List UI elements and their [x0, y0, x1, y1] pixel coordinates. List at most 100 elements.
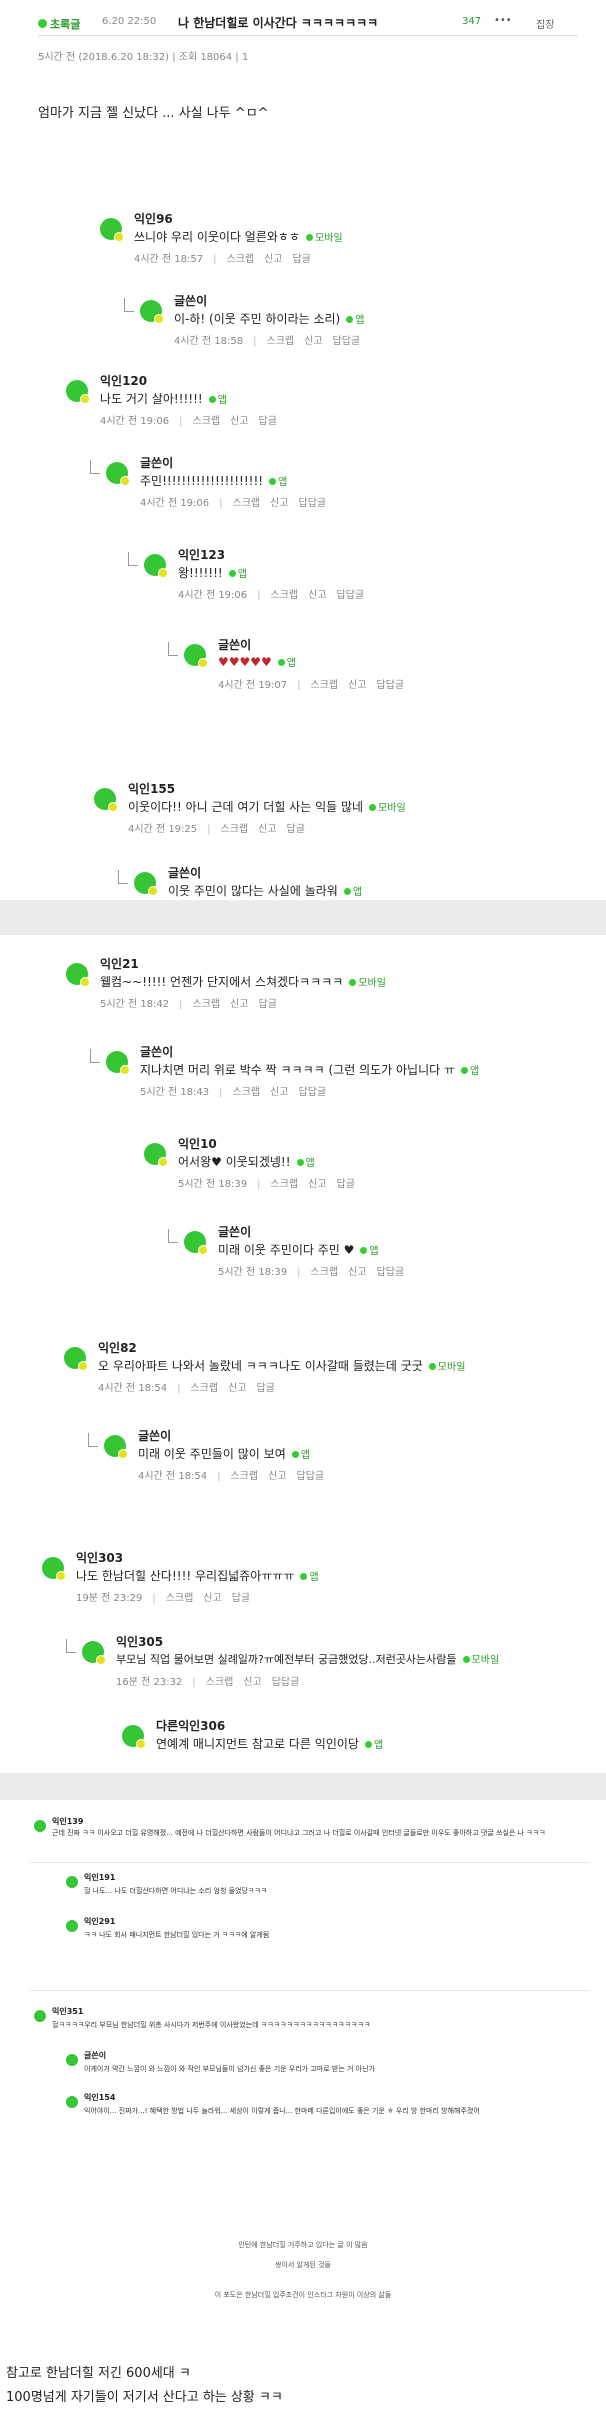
- comment-text: 근데 진짜 ㅋㅋ 이사오고 더힐 유명해졌... 예전에 나 더힐산다하면 사람…: [52, 1829, 546, 1837]
- comment-nick[interactable]: 익인82: [98, 1339, 137, 1356]
- comment-actions: 4시간 전 19:06 | 스크랩 신고 답답글: [178, 590, 365, 601]
- comment-actions: 4시간 전 18:54 | 스크랩 신고 답글: [98, 1383, 275, 1394]
- comment-actions: 4시간 전 18:54 | 스크랩 신고 답답글: [138, 1471, 325, 1482]
- scrap-button[interactable]: 스크랩: [221, 824, 249, 835]
- device-label: 모바일: [306, 233, 343, 244]
- device-label: 앱: [269, 477, 287, 488]
- avatar: [66, 1920, 78, 1932]
- comment-nick[interactable]: 익인303: [76, 1549, 123, 1566]
- reply-button[interactable]: 답글: [259, 999, 277, 1010]
- scrap-button[interactable]: 스크랩: [271, 590, 299, 601]
- comment-actions: 4시간 전 19:06 | 스크랩 신고 답글: [100, 416, 277, 427]
- report-link[interactable]: 신고: [230, 999, 248, 1010]
- comment-nick[interactable]: 글쓴이: [218, 636, 251, 653]
- avatar: [104, 1435, 128, 1459]
- reply-arrow-icon: [66, 1639, 76, 1653]
- comment-nick[interactable]: 글쓴이: [174, 292, 207, 309]
- device-label: 앱: [346, 315, 364, 326]
- report-link[interactable]: 신고: [348, 1267, 366, 1278]
- comment-nick[interactable]: 익인21: [100, 955, 139, 972]
- report-link[interactable]: 신고: [258, 824, 276, 835]
- reply-arrow-icon: [118, 870, 128, 884]
- reply-button[interactable]: 답답글: [299, 1087, 327, 1098]
- comment-text: 왕!!!!!!! 앱: [178, 566, 247, 580]
- post-header: 초록글 6.20 22:50 나 한남더힐로 이사간다 ㅋㅋㅋㅋㅋㅋㅋ 347 …: [38, 10, 578, 36]
- report-link[interactable]: 신고: [270, 1087, 288, 1098]
- reply-button[interactable]: 답답글: [333, 336, 361, 347]
- scrap-button[interactable]: 스크랩: [231, 1471, 259, 1482]
- comment-nick[interactable]: 글쓴이: [138, 1427, 171, 1444]
- report-link[interactable]: 신고: [243, 1677, 261, 1688]
- report-link[interactable]: 신고: [348, 680, 366, 691]
- comment-nick[interactable]: 익인96: [134, 210, 173, 227]
- avatar: [64, 1347, 88, 1371]
- report-link[interactable]: 신고: [308, 590, 326, 601]
- scrap-button[interactable]: 스크랩: [311, 1267, 339, 1278]
- comment-nick[interactable]: 글쓴이: [140, 454, 173, 471]
- report-link[interactable]: 신고: [304, 336, 322, 347]
- comment-nick[interactable]: 익인10: [178, 1135, 217, 1152]
- reply-button[interactable]: 답답글: [377, 1267, 405, 1278]
- avatar: [106, 1051, 130, 1075]
- reply-button[interactable]: 답답글: [272, 1677, 300, 1688]
- device-label: 모바일: [428, 1362, 465, 1373]
- comment-nick[interactable]: 익인123: [178, 546, 225, 563]
- comment-text: 연예계 매니지먼트 참고로 다른 익인이당 앱: [156, 1737, 384, 1751]
- report-link[interactable]: 신고: [308, 1179, 326, 1190]
- scrap-button[interactable]: 스크랩: [191, 1383, 219, 1394]
- reply-button[interactable]: 답글: [257, 1383, 275, 1394]
- report-link[interactable]: 신고: [264, 254, 282, 265]
- avatar: [42, 1557, 66, 1581]
- report-link[interactable]: 신고: [270, 498, 288, 509]
- comment-nick[interactable]: 글쓴이: [140, 1043, 173, 1060]
- avatar: [66, 2054, 78, 2066]
- comment-text: 쓰니야 우리 이웃이다 얼른와ㅎㅎ 모바일: [134, 230, 343, 244]
- scrap-button[interactable]: 스크랩: [233, 1087, 261, 1098]
- reply-button[interactable]: 답답글: [299, 498, 327, 509]
- comment-nick[interactable]: 다른익인306: [156, 1717, 225, 1734]
- scrap-button[interactable]: 스크랩: [193, 999, 221, 1010]
- scrap-button[interactable]: 스크랩: [193, 416, 221, 427]
- reply-button[interactable]: 답글: [259, 416, 277, 427]
- report-link[interactable]: 신고: [228, 1383, 246, 1394]
- scrap-button[interactable]: 스크랩: [227, 254, 255, 265]
- scrap-button[interactable]: 스크랩: [267, 336, 295, 347]
- reply-button[interactable]: 답글: [293, 254, 311, 265]
- category-badge[interactable]: 초록글: [38, 16, 80, 32]
- report-link[interactable]: 신고: [203, 1593, 221, 1604]
- reply-button[interactable]: 답답글: [377, 680, 405, 691]
- report-link[interactable]: 신고: [230, 416, 248, 427]
- comment-text: 부모님 직업 물어보면 실례일까?ㅠ예전부터 궁금했었당..저런곳사는사람들 모바…: [116, 1653, 500, 1666]
- reply-button[interactable]: 답글: [232, 1593, 250, 1604]
- comment-nick[interactable]: 글쓴이: [218, 1223, 251, 1240]
- scrap-button[interactable]: 스크랩: [271, 1179, 299, 1190]
- comment-actions: 4시간 전 19:06 | 스크랩 신고 답답글: [140, 498, 327, 509]
- reply-button[interactable]: 답답글: [337, 590, 365, 601]
- scrap-button[interactable]: 스크랩: [206, 1677, 234, 1688]
- avatar: [140, 300, 164, 324]
- scrap-button[interactable]: 스크랩: [166, 1593, 194, 1604]
- comment-text: 주민!!!!!!!!!!!!!!!!!!!!! 앱: [140, 474, 288, 488]
- avatar: [34, 2010, 46, 2022]
- avatar: [66, 2096, 78, 2108]
- comment-actions: 4시간 전 18:57 | 스크랩 신고 답글: [134, 254, 311, 265]
- reply-button[interactable]: 답답글: [297, 1471, 325, 1482]
- comment-nick[interactable]: 익인120: [100, 372, 147, 389]
- comment-text: 오 우리아파트 나와서 놀랐네 ㅋㅋㅋ나도 이사갈때 들렸는데 굿굿 모바일: [98, 1359, 466, 1373]
- device-label: 앱: [208, 395, 227, 406]
- scrap-button[interactable]: 스크랩: [233, 498, 261, 509]
- reply-button[interactable]: 답글: [287, 824, 305, 835]
- more-icon[interactable]: •••: [494, 15, 512, 26]
- avatar: [184, 644, 208, 668]
- comment-text: 이웃이다!! 아니 근데 여기 더힐 사는 익들 많네 모바일: [128, 800, 406, 814]
- comment-nick[interactable]: 글쓴이: [168, 864, 201, 881]
- report-link[interactable]: 신고: [268, 1471, 286, 1482]
- comment-nick[interactable]: 익인155: [128, 780, 175, 797]
- scrap-button[interactable]: 스크랩: [311, 680, 339, 691]
- comment-nick[interactable]: 익인305: [116, 1633, 163, 1650]
- report-button[interactable]: 집장: [536, 16, 554, 31]
- device-label: 앱: [291, 1450, 310, 1461]
- post-body: 엄마가 지금 젤 신났다 ... 사실 나두 ^ㅁ^: [38, 106, 269, 121]
- reply-button[interactable]: 답글: [337, 1179, 355, 1190]
- divider: [30, 1990, 590, 1991]
